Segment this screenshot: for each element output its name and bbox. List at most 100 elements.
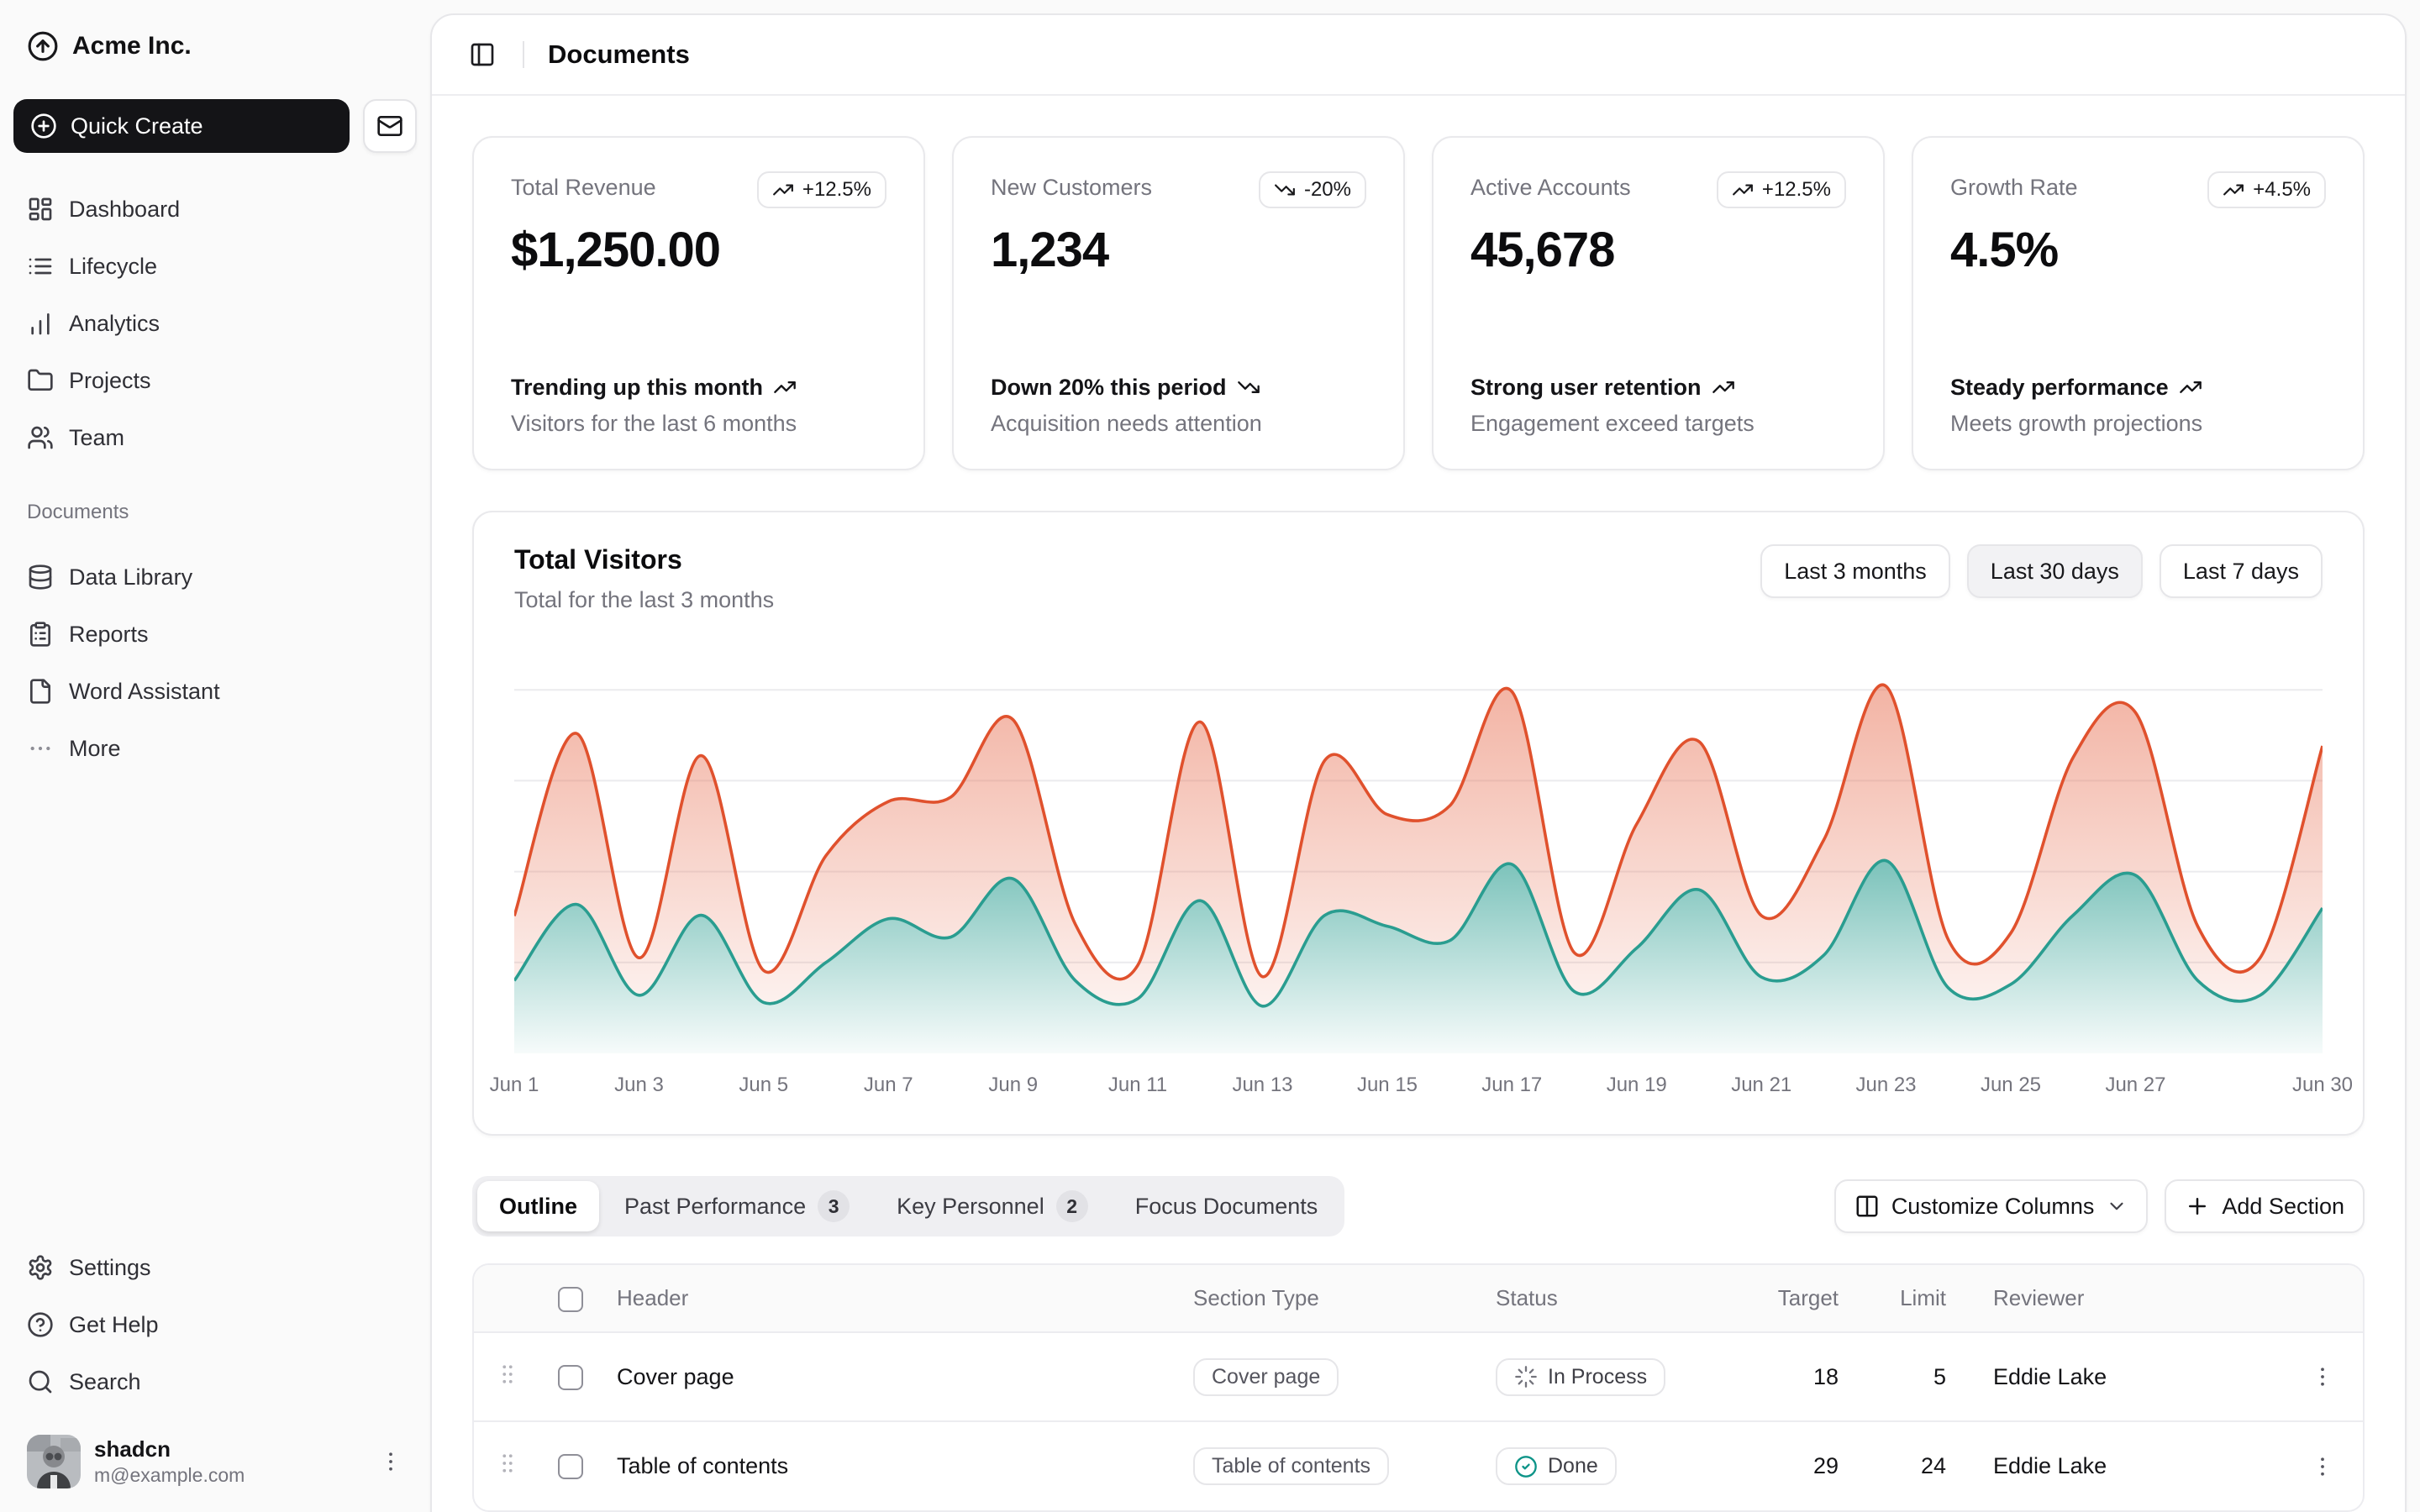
tabs: Outline Past Performance3 Key Personnel2…	[472, 1176, 1344, 1236]
trending-down-icon	[1237, 375, 1260, 399]
sidebar-item-reports[interactable]: Reports	[13, 608, 417, 660]
more-vertical-icon[interactable]	[378, 1449, 403, 1474]
sidebar-item-projects[interactable]: Projects	[13, 354, 417, 407]
divider	[523, 41, 524, 68]
sidebar-toggle-button[interactable]	[459, 31, 506, 78]
sidebar-item-word-assistant[interactable]: Word Assistant	[13, 665, 417, 717]
quick-create-button[interactable]: Quick Create	[13, 99, 350, 153]
customize-columns-button[interactable]: Customize Columns	[1834, 1179, 2149, 1233]
sidebar-item-settings[interactable]: Settings	[13, 1242, 417, 1294]
tab-outline[interactable]: Outline	[477, 1181, 599, 1231]
mail-icon	[376, 113, 403, 139]
sidebar-item-team[interactable]: Team	[13, 412, 417, 464]
metric-value: 4.5%	[1950, 222, 2326, 278]
sidebar-item-label: More	[69, 736, 121, 762]
metric-label: Active Accounts	[1470, 171, 1631, 201]
section-type-badge: Cover page	[1193, 1358, 1339, 1396]
sidebar-item-get-help[interactable]: Get Help	[13, 1299, 417, 1351]
column-header[interactable]: Limit	[1855, 1265, 1963, 1332]
plus-circle-icon	[30, 113, 57, 139]
chart-x-axis: Jun 1Jun 3Jun 5Jun 7Jun 9Jun 11Jun 13Jun…	[514, 1060, 2323, 1104]
row-header-cell[interactable]: Table of contents	[600, 1421, 1176, 1510]
select-all-checkbox[interactable]	[558, 1287, 583, 1312]
range-last-3-months[interactable]: Last 3 months	[1760, 544, 1950, 598]
status-badge: Done	[1496, 1447, 1617, 1485]
x-tick-label: Jun 19	[1607, 1074, 1667, 1097]
reviewer-cell[interactable]: Eddie Lake	[1963, 1421, 2282, 1510]
users-icon	[27, 424, 54, 451]
sidebar: Acme Inc. Quick Create Dashboard Lifecyc…	[0, 0, 430, 1512]
limit-cell[interactable]: 24	[1855, 1421, 1963, 1510]
range-last-30-days[interactable]: Last 30 days	[1967, 544, 2143, 598]
trend-badge: +12.5%	[1717, 171, 1846, 208]
range-toggle-group: Last 3 months Last 30 days Last 7 days	[1760, 544, 2323, 598]
sidebar-item-label: Word Assistant	[69, 679, 220, 705]
sidebar-item-label: Lifecycle	[69, 254, 157, 280]
reviewer-cell[interactable]: Eddie Lake	[1963, 1332, 2282, 1421]
area-chart[interactable]	[514, 654, 2323, 1053]
clipboard-list-icon	[27, 621, 54, 648]
dashboard-app: Acme Inc. Quick Create Dashboard Lifecyc…	[0, 0, 2420, 1512]
row-checkbox[interactable]	[558, 1365, 583, 1390]
metric-label: New Customers	[991, 171, 1152, 201]
tab-past-performance[interactable]: Past Performance3	[602, 1181, 871, 1231]
add-section-button[interactable]: Add Section	[2165, 1179, 2365, 1233]
column-header[interactable]: Header	[600, 1265, 1176, 1332]
sidebar-item-dashboard[interactable]: Dashboard	[13, 183, 417, 235]
sidebar-item-search[interactable]: Search	[13, 1356, 417, 1408]
user-menu[interactable]: shadcn m@example.com	[13, 1425, 417, 1499]
target-cell[interactable]: 18	[1731, 1332, 1855, 1421]
inbox-button[interactable]	[363, 99, 417, 153]
org-switcher[interactable]: Acme Inc.	[13, 13, 417, 79]
x-tick-label: Jun 21	[1731, 1074, 1791, 1097]
topbar: Documents	[432, 15, 2405, 96]
sidebar-item-lifecycle[interactable]: Lifecycle	[13, 240, 417, 292]
tab-focus-documents[interactable]: Focus Documents	[1113, 1181, 1340, 1231]
sidebar-item-data-library[interactable]: Data Library	[13, 551, 417, 603]
row-checkbox[interactable]	[558, 1454, 583, 1479]
main-panel: Documents Total Revenue +12.5% $1,250.00…	[430, 13, 2407, 1512]
database-icon	[27, 564, 54, 591]
trend-badge: +12.5%	[757, 171, 886, 208]
metric-value: 1,234	[991, 222, 1366, 278]
column-header[interactable]: Status	[1479, 1265, 1731, 1332]
column-header[interactable]: Section Type	[1176, 1265, 1479, 1332]
table-toolbar: Outline Past Performance3 Key Personnel2…	[472, 1176, 2365, 1236]
row-actions-button[interactable]	[2299, 1353, 2346, 1400]
x-tick-label: Jun 27	[2105, 1074, 2165, 1097]
page-title: Documents	[548, 39, 690, 70]
sidebar-item-more[interactable]: More	[13, 722, 417, 774]
column-header[interactable]: Target	[1731, 1265, 1855, 1332]
status-badge: In Process	[1496, 1358, 1665, 1396]
row-header-cell[interactable]: Cover page	[600, 1332, 1176, 1421]
help-circle-icon	[27, 1311, 54, 1338]
sidebar-item-label: Get Help	[69, 1312, 159, 1338]
x-tick-label: Jun 1	[490, 1074, 539, 1097]
more-vertical-icon	[2310, 1454, 2335, 1479]
range-last-7-days[interactable]: Last 7 days	[2160, 544, 2323, 598]
sidebar-item-label: Dashboard	[69, 197, 180, 223]
file-icon	[27, 678, 54, 705]
sidebar-item-label: Reports	[69, 622, 149, 648]
x-tick-label: Jun 25	[1981, 1074, 2041, 1097]
sidebar-item-analytics[interactable]: Analytics	[13, 297, 417, 349]
folder-icon	[27, 367, 54, 394]
sidebar-item-label: Search	[69, 1369, 141, 1395]
target-cell[interactable]: 29	[1731, 1421, 1855, 1510]
tab-key-personnel[interactable]: Key Personnel2	[875, 1181, 1110, 1231]
trending-up-icon	[1732, 179, 1754, 201]
x-tick-label: Jun 3	[614, 1074, 664, 1097]
search-icon	[27, 1368, 54, 1395]
row-actions-button[interactable]	[2299, 1443, 2346, 1490]
user-name: shadcn	[94, 1436, 365, 1463]
sections-table: Header Section Type Status Target Limit …	[472, 1263, 2365, 1512]
drag-handle-icon[interactable]	[495, 1451, 520, 1476]
loader-icon	[1514, 1365, 1538, 1389]
tab-count-badge: 3	[818, 1190, 850, 1222]
plus-icon	[2185, 1194, 2210, 1219]
x-tick-label: Jun 15	[1357, 1074, 1418, 1097]
column-header[interactable]: Reviewer	[1963, 1265, 2282, 1332]
drag-handle-icon[interactable]	[495, 1362, 520, 1387]
x-tick-label: Jun 11	[1108, 1074, 1167, 1097]
limit-cell[interactable]: 5	[1855, 1332, 1963, 1421]
